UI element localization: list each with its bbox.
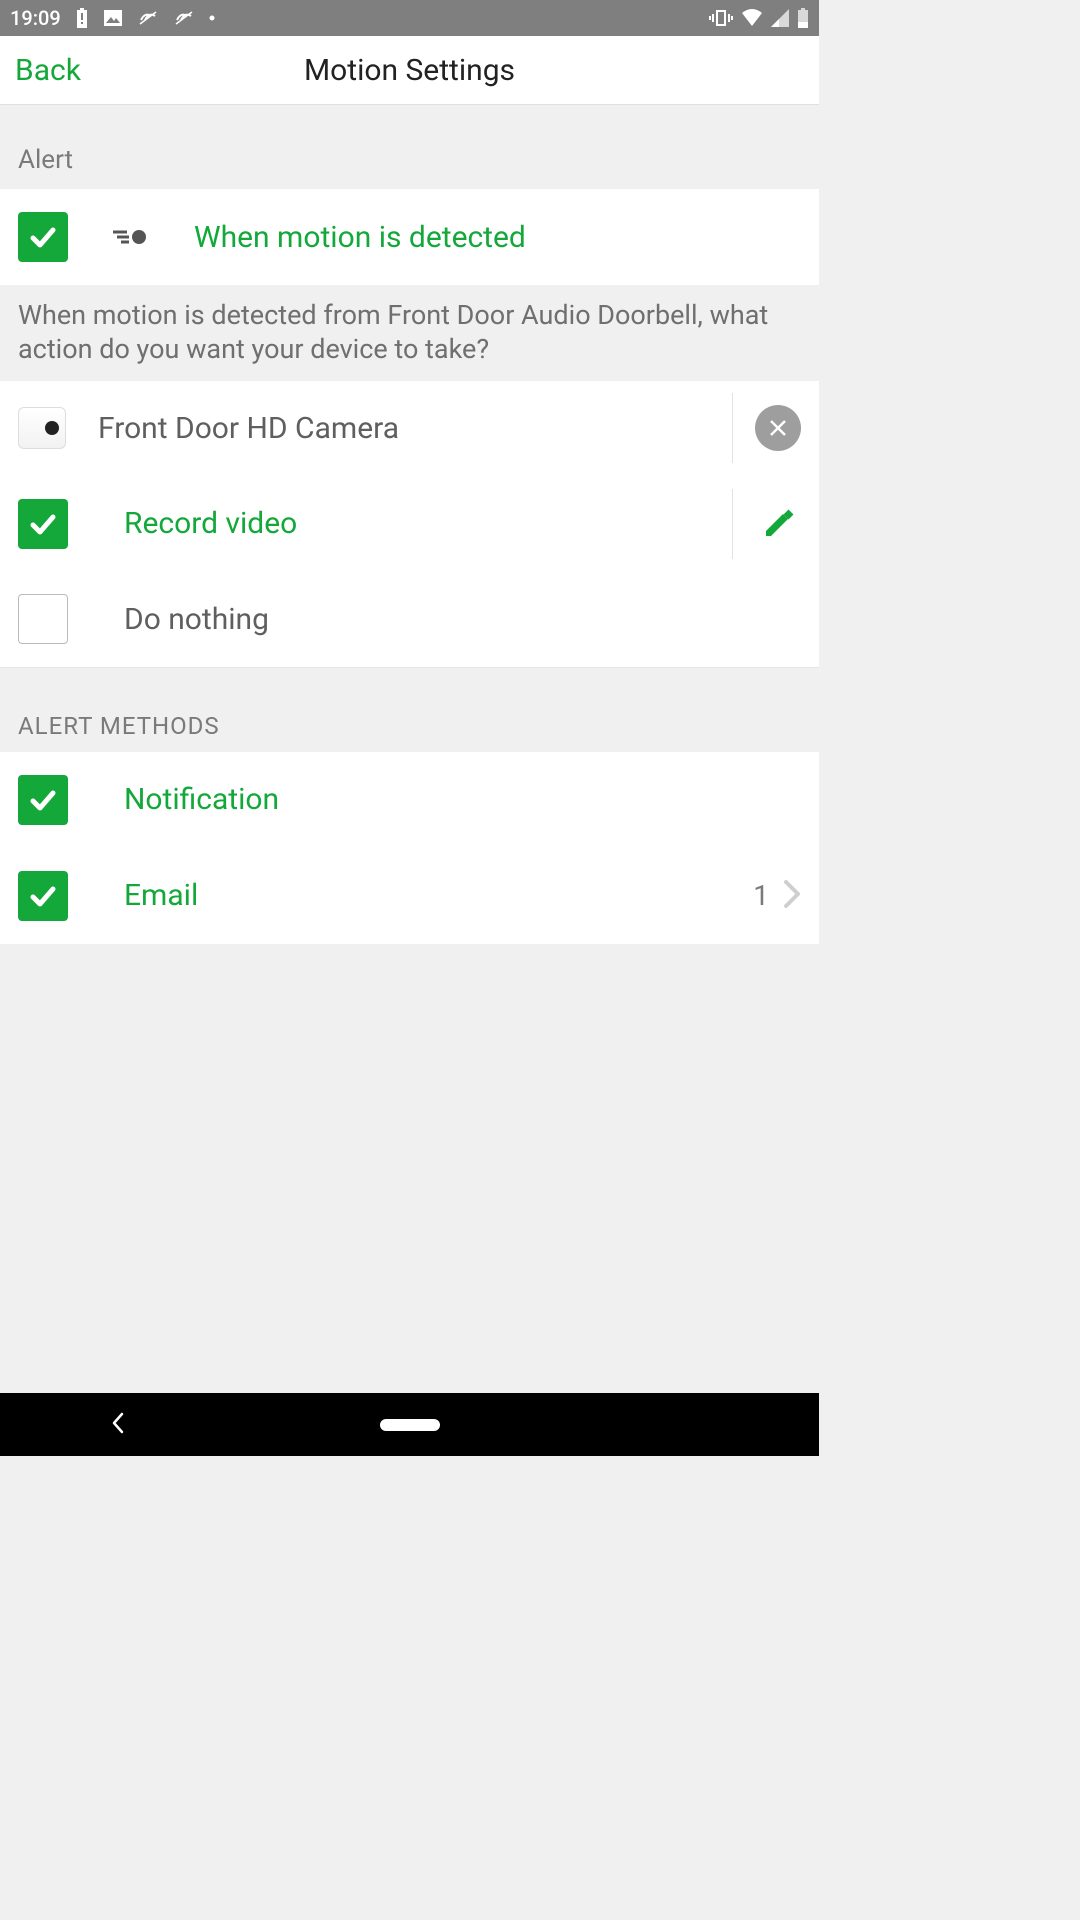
picture-icon <box>103 8 123 28</box>
trigger-description: When motion is detected from Front Door … <box>0 285 819 381</box>
remove-device-button[interactable] <box>755 405 801 451</box>
back-button[interactable]: Back <box>0 53 81 88</box>
email-label: Email <box>124 878 753 913</box>
battery-icon <box>797 8 809 28</box>
chevron-right-icon <box>783 879 801 913</box>
battery-alert-icon <box>75 8 89 28</box>
check-icon <box>27 784 59 816</box>
record-video-checkbox[interactable] <box>18 499 68 549</box>
android-nav-bar <box>0 1393 819 1456</box>
vibrate-icon <box>709 9 733 27</box>
pencil-icon <box>761 507 795 541</box>
notification-row[interactable]: Notification <box>0 752 819 848</box>
record-video-label: Record video <box>124 506 732 541</box>
section-header-alert-methods: ALERT METHODS <box>0 668 819 752</box>
nav-home-pill[interactable] <box>380 1419 440 1431</box>
motion-icon <box>94 224 164 250</box>
separator <box>732 393 733 463</box>
section-header-alert: Alert <box>0 105 819 189</box>
status-left: 19:09 <box>10 6 215 30</box>
trigger-checkbox[interactable] <box>18 212 68 262</box>
android-status-bar: 19:09 <box>0 0 819 36</box>
edit-action-button[interactable] <box>755 501 801 547</box>
sync-off-icon <box>137 10 159 26</box>
device-name: Front Door HD Camera <box>98 411 732 446</box>
notification-label: Notification <box>124 782 801 817</box>
signal-icon <box>771 9 789 27</box>
page-title: Motion Settings <box>304 53 515 88</box>
nav-header: Back Motion Settings <box>0 36 819 105</box>
do-nothing-checkbox[interactable] <box>18 594 68 644</box>
trigger-row[interactable]: When motion is detected <box>0 189 819 285</box>
check-icon <box>27 880 59 912</box>
status-time: 19:09 <box>10 6 61 30</box>
separator <box>732 489 733 559</box>
email-checkbox[interactable] <box>18 871 68 921</box>
email-row[interactable]: Email 1 <box>0 848 819 944</box>
close-icon <box>767 417 789 439</box>
dot-icon <box>209 15 215 21</box>
check-icon <box>27 508 59 540</box>
camera-thumb-icon <box>18 407 66 449</box>
email-count: 1 <box>753 879 769 912</box>
device-row[interactable]: Front Door HD Camera <box>0 381 819 476</box>
wifi-icon <box>741 9 763 27</box>
do-nothing-label: Do nothing <box>124 602 801 637</box>
do-nothing-row[interactable]: Do nothing <box>0 572 819 668</box>
content-scroll[interactable]: Alert When motion is detected When motio… <box>0 105 819 1393</box>
check-icon <box>27 221 59 253</box>
sync-off-icon-2 <box>173 10 195 26</box>
nav-back-icon[interactable] <box>110 1411 126 1439</box>
notification-checkbox[interactable] <box>18 775 68 825</box>
record-video-row[interactable]: Record video <box>0 476 819 572</box>
status-right <box>709 8 809 28</box>
trigger-label: When motion is detected <box>194 220 801 255</box>
